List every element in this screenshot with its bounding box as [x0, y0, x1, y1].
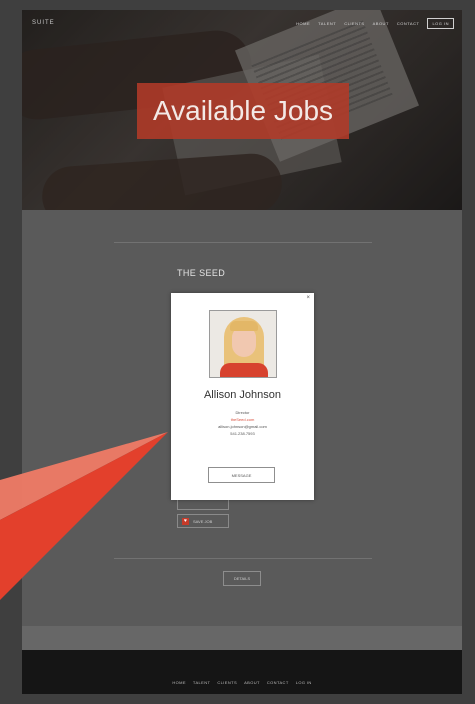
top-navigation: HOME TALENT CLIENTS ABOUT CONTACT LOG IN — [296, 18, 454, 29]
divider-bottom — [114, 558, 372, 559]
photo-fringe — [230, 321, 258, 331]
message-button[interactable]: MESSAGE — [208, 467, 275, 483]
save-job-label: SAVE JOB — [193, 518, 213, 524]
page-title: Available Jobs — [137, 83, 349, 139]
footer-navigation: HOME TALENT CLIENTS ABOUT CONTACT LOG IN — [22, 680, 462, 685]
nav-login-button[interactable]: LOG IN — [427, 18, 454, 29]
footer-nav-contact[interactable]: CONTACT — [267, 680, 289, 685]
save-job-button[interactable]: ♥ SAVE JOB — [177, 514, 229, 528]
section-band — [22, 626, 462, 650]
photo-shirt — [220, 363, 268, 377]
photo-face — [232, 327, 256, 357]
nav-home[interactable]: HOME — [296, 21, 310, 26]
close-icon[interactable]: × — [306, 295, 310, 301]
job-title: THE SEED — [177, 268, 226, 278]
profile-phone: 541.238.7593 — [230, 431, 255, 436]
profile-company-link[interactable]: theSeed.com — [171, 417, 314, 422]
footer — [22, 650, 462, 694]
hero-banner: SUITE HOME TALENT CLIENTS ABOUT CONTACT … — [22, 10, 462, 210]
profile-email[interactable]: allison.johnson@gmail.com — [171, 424, 314, 429]
heart-icon: ♥ — [182, 517, 189, 525]
profile-name: Allison Johnson — [203, 389, 282, 401]
footer-nav-clients[interactable]: CLIENTS — [217, 680, 237, 685]
nav-contact[interactable]: CONTACT — [397, 21, 420, 26]
profile-role: Director — [235, 410, 250, 415]
nav-talent[interactable]: TALENT — [318, 21, 336, 26]
footer-nav-home[interactable]: HOME — [172, 680, 186, 685]
footer-nav-about[interactable]: ABOUT — [244, 680, 260, 685]
nav-about[interactable]: ABOUT — [373, 21, 389, 26]
site-logo[interactable]: SUITE — [32, 20, 55, 26]
profile-photo — [209, 310, 277, 378]
footer-nav-login[interactable]: LOG IN — [296, 680, 312, 685]
nav-clients[interactable]: CLIENTS — [344, 21, 364, 26]
details-button[interactable]: DETAILS — [223, 571, 261, 586]
divider-top — [114, 242, 372, 243]
footer-nav-talent[interactable]: TALENT — [193, 680, 210, 685]
profile-modal: × Allison Johnson Director theSeed.com a… — [171, 293, 314, 500]
